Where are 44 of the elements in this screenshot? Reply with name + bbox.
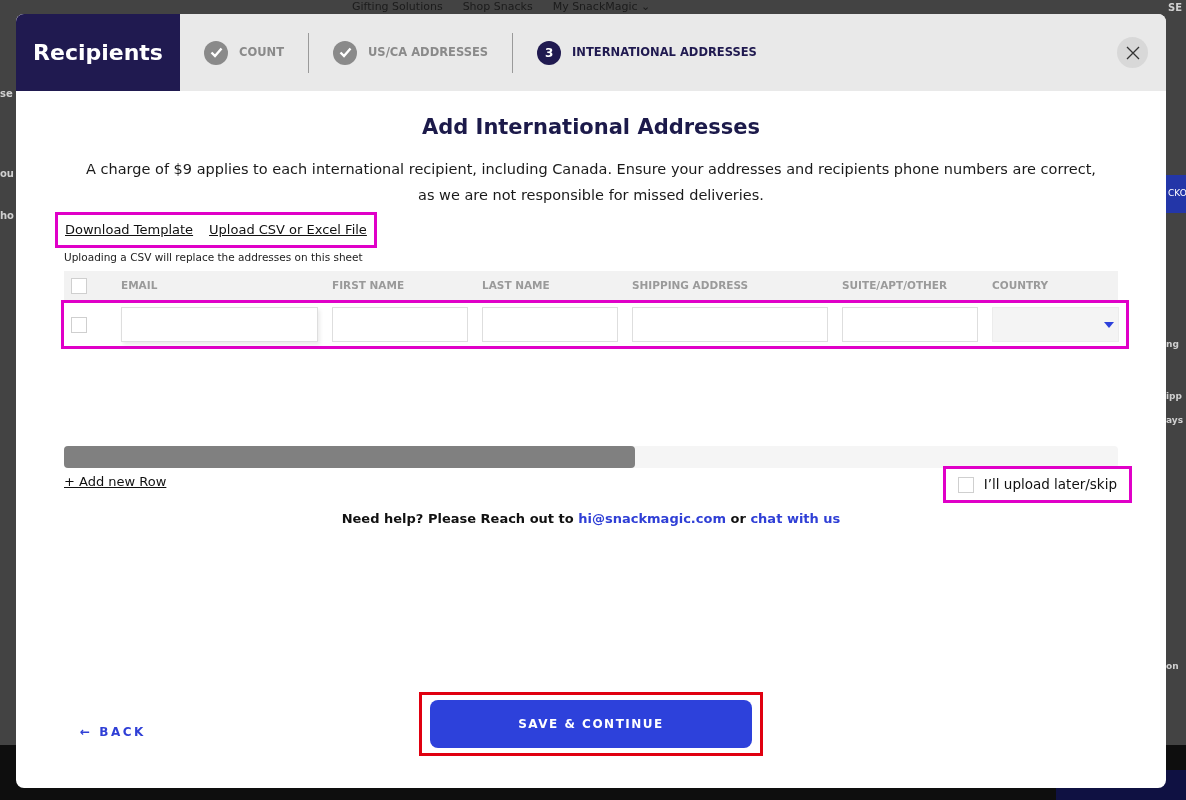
backdrop-text: se <box>0 87 13 101</box>
step-label: COUNT <box>239 43 285 61</box>
upload-note: Uploading a CSV will replace the addresses on this sheet <box>64 249 364 265</box>
backdrop-text: ou <box>0 167 14 181</box>
column-header: SHIPPING ADDRESS <box>632 278 750 294</box>
file-link[interactable]: Download Template <box>65 220 194 240</box>
column-header: SUITE/APT/OTHER <box>842 278 949 294</box>
select-all-checkbox[interactable] <box>71 277 87 294</box>
backdrop-text: on <box>1166 660 1179 673</box>
step-label: INTERNATIONAL ADDRESSES <box>572 43 757 61</box>
backdrop-text: ays <box>1166 414 1184 427</box>
skip-checkbox[interactable] <box>957 476 974 493</box>
input-field[interactable] <box>332 307 468 343</box>
email-link[interactable]: hi@snackmagic.com <box>578 510 726 526</box>
input-field[interactable] <box>482 307 618 343</box>
file-link[interactable]: Upload CSV or Excel File <box>209 220 367 240</box>
step-label: US/CA ADDRESSES <box>368 43 489 61</box>
checkbox-label: I’ll upload later/skip <box>983 475 1117 495</box>
column-header: EMAIL <box>121 278 159 294</box>
country-select[interactable] <box>992 307 1119 343</box>
caret-icon <box>1104 322 1114 329</box>
chat-link[interactable]: chat with us <box>750 510 841 526</box>
add-row-link[interactable]: + Add new Row <box>64 472 167 492</box>
notice-text: A charge of $9 applies to each international recipient, including Canada. Ensure your addresses and recipients phone numbers are correct, as we are not responsible for missed deliveries. <box>85 160 1097 206</box>
scrollbar-thumb[interactable] <box>64 446 635 469</box>
input-field[interactable] <box>842 307 978 343</box>
close-button[interactable] <box>1117 37 1148 68</box>
step-number: 3 <box>537 40 562 65</box>
backdrop-text: ho <box>0 209 14 223</box>
backdrop-text: SE <box>1168 1 1183 15</box>
column-header: FIRST NAME <box>332 278 406 294</box>
input-field[interactable] <box>632 307 828 343</box>
row-checkbox[interactable] <box>71 316 87 333</box>
back-link[interactable]: ← BACK <box>80 723 146 741</box>
column-header: COUNTRY <box>992 278 1050 294</box>
backdrop-text: ipp <box>1166 390 1182 403</box>
modal-heading: Add International Addresses <box>420 115 762 141</box>
input-field[interactable] <box>121 307 318 343</box>
modal-title: Recipients <box>16 14 180 91</box>
backdrop-text: ng <box>1166 338 1179 351</box>
help-text: Need help? Please Reach out to hi@snackmagic.com or chat with us <box>340 509 842 528</box>
column-header: LAST NAME <box>482 278 551 294</box>
close-icon <box>1125 45 1140 60</box>
save-continue-button[interactable]: SAVE & CONTINUE <box>430 700 752 748</box>
